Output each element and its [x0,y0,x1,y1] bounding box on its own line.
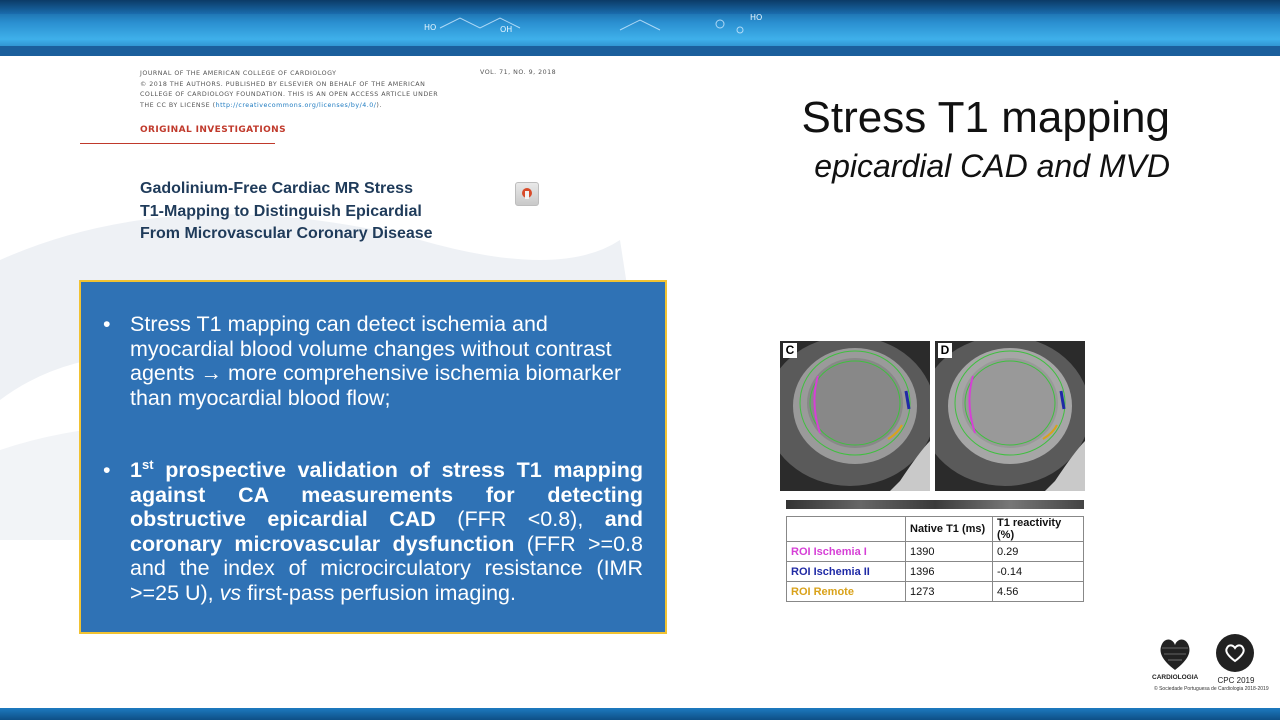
table-row: ROI Ischemia II 1396 -0.14 [786,561,1084,582]
slide-subtitle: epicardial CAD and MVD [814,148,1170,184]
journal-line: JOURNAL OF THE AMERICAN COLLEGE OF CARDI… [140,70,337,77]
license-link[interactable]: http://creativecommons.org/licenses/by/4… [216,102,377,109]
journal-volume: VOL. 71, NO. 9, 2018 [480,69,557,76]
table-header-row: Native T1 (ms) T1 reactivity (%) [786,516,1084,542]
heart-logo-icon [1160,639,1190,670]
table-row: ROI Remote 1273 4.56 [786,581,1084,602]
bullet-text: Stress T1 mapping can detect ischemia an… [130,312,622,410]
copyright: © Sociedade Portuguesa de Cardiologia 20… [1154,686,1269,692]
bullet-icon: • [103,458,111,482]
bullet-list: • Stress T1 mapping can detect ischemia … [103,312,643,605]
panel-label: C [783,343,797,358]
chem-label: HO [424,23,436,32]
journal-line: THE CC BY LICENSE (http://creativecommon… [140,101,382,109]
native-t1-cell: 1390 [905,541,993,562]
reactivity-cell: 4.56 [992,581,1084,602]
journal-line: © 2018 THE AUTHORS. PUBLISHED BY ELSEVIE… [140,80,426,88]
chem-label: HO [750,13,762,22]
journal-line: COLLEGE OF CARDIOLOGY FOUNDATION. THIS I… [140,91,439,98]
section-label: ORIGINAL INVESTIGATIONS [140,125,287,135]
roi-name: ROI Ischemia II [786,561,906,582]
crossmark-icon[interactable] [515,182,539,206]
journal-header: JOURNAL OF THE AMERICAN COLLEGE OF CARDI… [140,69,438,111]
slide-title-block: Stress T1 mapping epicardial CAD and MVD [802,92,1170,188]
bullet-item: • Stress T1 mapping can detect ischemia … [103,312,643,410]
mri-panel-c: C [780,341,930,491]
key-points-box: • Stress T1 mapping can detect ischemia … [79,280,667,634]
bottom-banner [0,708,1280,720]
table-header: T1 reactivity (%) [992,516,1084,542]
native-t1-cell: 1273 [905,581,993,602]
panel-label: D [938,343,952,358]
molecule-decoration: HO OH HO [424,13,762,34]
mri-colorbar [786,500,1084,509]
mri-panel-d: D [935,341,1085,491]
bullet-item: • 1st prospective validation of stress T… [103,456,644,605]
bullet-icon: • [103,312,111,336]
reactivity-cell: 0.29 [992,541,1084,562]
cpc-label: CPC 2019 [1217,676,1255,685]
slide-title: Stress T1 mapping [801,93,1170,142]
table-header [786,516,906,542]
chem-label: OH [500,25,512,34]
article-title: Gadolinium-Free Cardiac MR Stress T1-Map… [140,180,433,242]
spc-name: CARDIOLOGIA [1152,674,1199,681]
section-divider [80,143,275,144]
native-t1-cell: 1396 [905,561,993,582]
table-row: ROI Ischemia I 1390 0.29 [786,541,1084,562]
roi-table: Native T1 (ms) T1 reactivity (%) ROI Isc… [786,516,1084,602]
top-banner: HO OH HO [0,0,1280,56]
reactivity-cell: -0.14 [992,561,1084,582]
roi-name: ROI Ischemia I [786,541,906,562]
heart-outline-icon [1225,644,1245,663]
roi-name: ROI Remote [786,581,906,602]
table-header: Native T1 (ms) [905,516,993,542]
